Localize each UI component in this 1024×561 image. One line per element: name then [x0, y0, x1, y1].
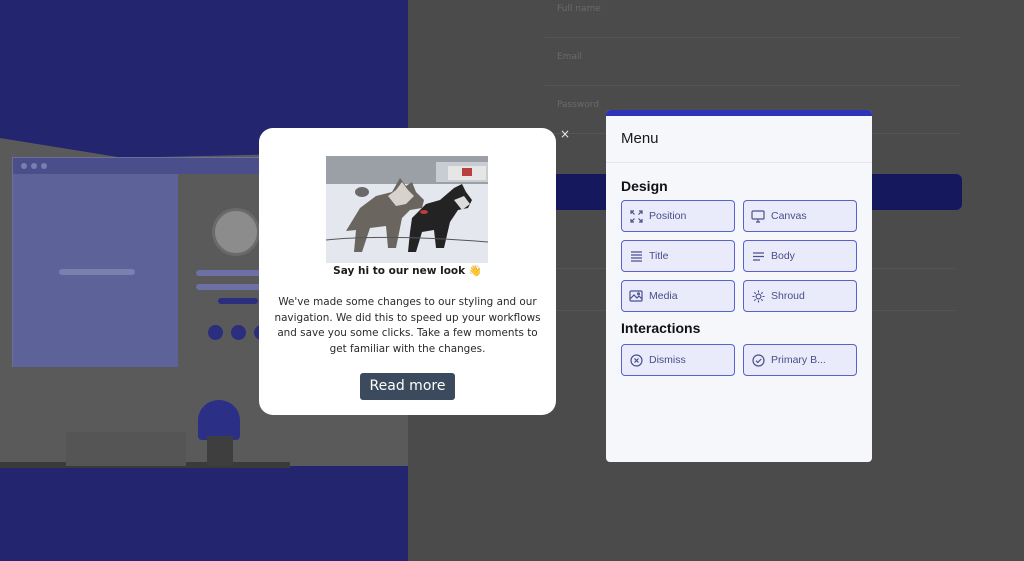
section-interactions-heading: Interactions: [621, 320, 701, 336]
close-icon[interactable]: ×: [558, 127, 572, 141]
design-options: Position Canvas Title Body Media Shroud: [606, 200, 872, 312]
design-canvas-button[interactable]: Canvas: [743, 200, 857, 232]
design-title-button[interactable]: Title: [621, 240, 735, 272]
text-lines-icon: [751, 249, 765, 263]
image-icon: [629, 289, 643, 303]
monitor-icon: [751, 209, 765, 223]
chip-label: Title: [649, 250, 669, 262]
chip-label: Position: [649, 210, 687, 222]
bg-field-email[interactable]: Email: [545, 48, 960, 86]
interaction-primary-button[interactable]: Primary B...: [743, 344, 857, 376]
modal-title: Say hi to our new look 👋: [333, 265, 482, 277]
illustration-plant: [198, 400, 240, 440]
design-shroud-button[interactable]: Shroud: [743, 280, 857, 312]
bg-field-fullname[interactable]: Full name: [545, 0, 960, 38]
chip-label: Shroud: [771, 290, 805, 302]
design-body-button[interactable]: Body: [743, 240, 857, 272]
modal-body-text: We've made some changes to our styling a…: [274, 296, 541, 355]
chip-label: Dismiss: [649, 354, 686, 366]
chip-label: Body: [771, 250, 795, 262]
design-position-button[interactable]: Position: [621, 200, 735, 232]
announcement-modal: Say hi to our new look 👋 We've made some…: [259, 128, 556, 415]
chip-label: Canvas: [771, 210, 807, 222]
interaction-dismiss-button[interactable]: Dismiss: [621, 344, 735, 376]
section-design-heading: Design: [621, 178, 668, 194]
title-lines-icon: [629, 249, 643, 263]
close-circle-icon: [629, 353, 643, 367]
illustration-pot: [207, 436, 233, 466]
chip-label: Primary B...: [771, 354, 826, 366]
menu-title: Menu: [606, 116, 872, 163]
chip-label: Media: [649, 290, 678, 302]
sun-icon: [751, 289, 765, 303]
illustration-floor: [0, 466, 408, 561]
expand-icon: [629, 209, 643, 223]
illustration-avatar: [212, 208, 260, 256]
read-more-button[interactable]: Read more: [360, 373, 455, 400]
design-media-button[interactable]: Media: [621, 280, 735, 312]
interaction-options: Dismiss Primary B...: [606, 344, 872, 376]
illustration-box: [66, 432, 186, 466]
menu-panel: Menu Design Position Canvas Title Body M…: [606, 110, 872, 462]
check-circle-icon: [751, 353, 765, 367]
modal-image: [326, 156, 488, 263]
